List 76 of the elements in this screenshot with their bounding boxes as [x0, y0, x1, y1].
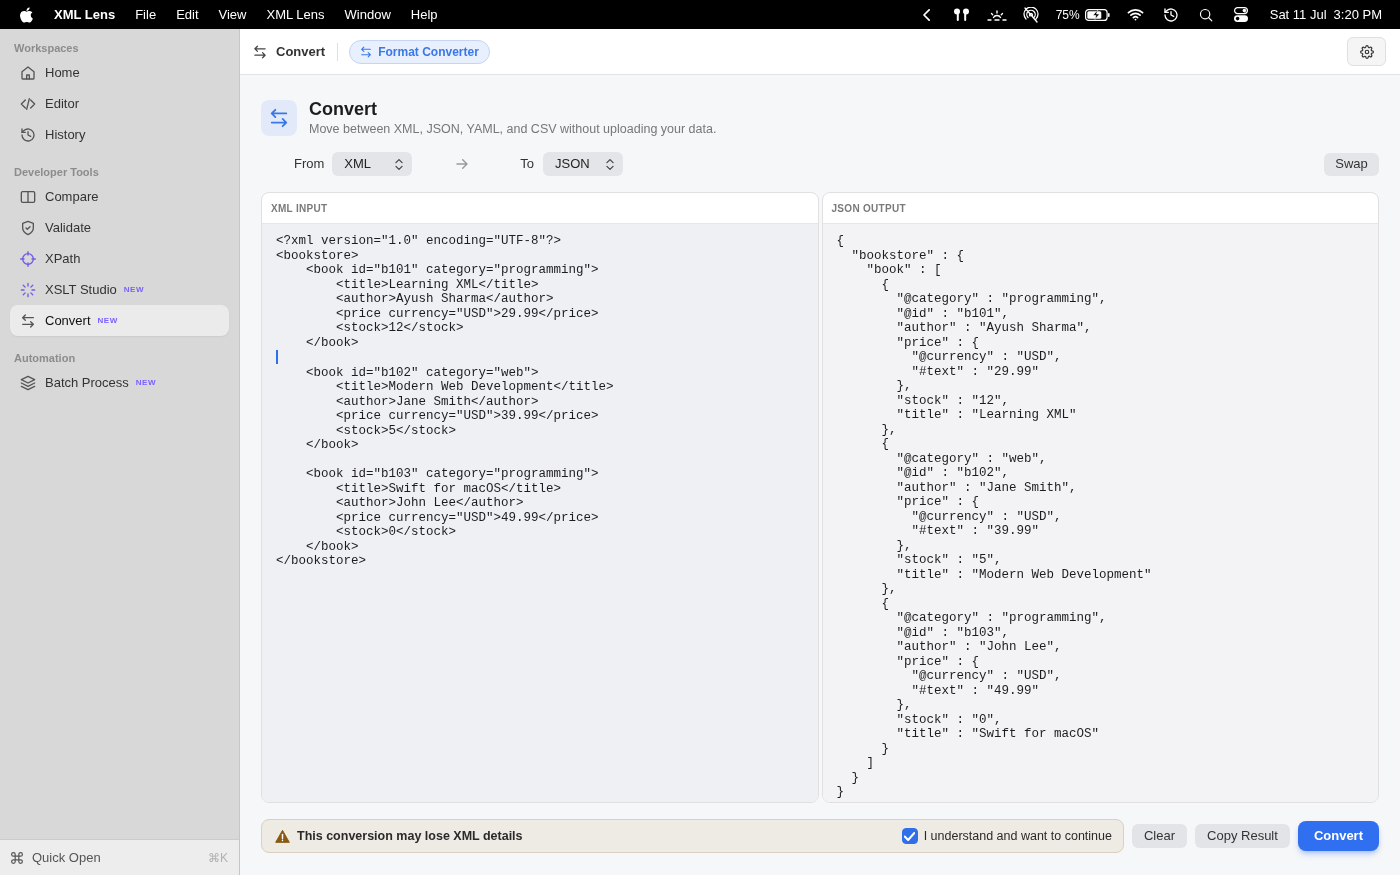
clear-button[interactable]: Clear — [1132, 824, 1188, 848]
sidebar-item[interactable]: Editor — [10, 88, 229, 119]
command-icon — [11, 851, 23, 864]
split-panel-icon — [20, 188, 36, 205]
sidebar-section-title: Developer Tools — [13, 165, 100, 180]
sidebar-item[interactable]: Convert NEW — [10, 305, 229, 336]
signal-off-icon[interactable] — [1022, 6, 1039, 23]
quick-open-button[interactable]: Quick Open ⌘K — [0, 839, 239, 875]
menu-item[interactable]: XML Lens — [266, 4, 325, 25]
checkbox-label[interactable]: I understand and want to continue — [923, 826, 1112, 846]
menu-item[interactable]: File — [135, 4, 157, 25]
chevron-updown-icon — [395, 158, 404, 170]
sidebar-item[interactable]: Compare — [10, 181, 229, 212]
sidebar-item[interactable]: Home — [10, 57, 229, 88]
menu-bar-date[interactable]: Sat 11 Jul — [1269, 4, 1327, 25]
sidebar-item[interactable]: XPath — [10, 243, 229, 274]
code-editor[interactable]: <?xml version="1.0" encoding="UTF-8"?> <bookstore> <book id="b101" category="programming"> <title>Learning XML</title> <author>Ayush Sharma</author> <price currency="USD">29.99</price> <stock>12</stock> </book> <book id="b102" category="web"> <title>Modern Web Development</title> <author>Jane Smith</author> <price currency="USD">39.99</price> <stock>5</stock> </book> <book id="b103" category="programming"> <title>Swift for macOS</title> <author>John Lee</author> <price currency="USD">49.99</price> <stock>0</stock> </book> </bookstore> — [262, 224, 818, 802]
sidebar-item[interactable]: Validate — [10, 212, 229, 243]
earbuds-icon[interactable] — [952, 7, 970, 22]
tool-chip[interactable]: Format Converter — [349, 39, 490, 64]
sidebar-item[interactable]: Batch Process NEW — [10, 367, 229, 398]
new-label: NEW — [97, 314, 118, 327]
copy-result-button[interactable]: Copy Result — [1195, 824, 1290, 848]
menu-item[interactable]: Edit — [176, 4, 199, 25]
sidebar-item[interactable]: XSLT Studio NEW — [10, 274, 229, 305]
page-subtitle: Move between XML, JSON, YAML, and CSV without uploading your data. — [309, 121, 717, 137]
menu-item[interactable]: Help — [410, 4, 438, 25]
search-icon[interactable] — [1198, 7, 1213, 22]
arrow-right-icon — [456, 159, 469, 169]
app-menu[interactable]: XML Lens — [54, 4, 116, 25]
chevron-updown-icon — [606, 158, 615, 170]
warning-message: This conversion may lose XML details — [297, 827, 523, 845]
sidebar-section-title: Workspaces — [13, 41, 80, 56]
source-format-select[interactable]: XML — [332, 152, 413, 176]
page-title: Convert — [309, 98, 378, 120]
toolbar-title: Convert — [276, 42, 326, 61]
arrows-icon — [253, 44, 267, 59]
sparkle-icon — [20, 281, 36, 298]
confirm-checkbox[interactable] — [901, 828, 918, 844]
panel-title: JSON OUTPUT — [831, 201, 906, 216]
menu-bar-time[interactable]: 3:20 PM — [1333, 4, 1382, 25]
target-format-select[interactable]: JSON — [543, 152, 624, 176]
apple-logo-icon[interactable] — [20, 6, 33, 23]
arrows-icon — [360, 45, 373, 58]
settings-icon — [1359, 44, 1374, 59]
chevron-left-icon[interactable] — [922, 8, 931, 21]
arrows-icon — [20, 312, 36, 329]
swap-button[interactable]: Swap — [1324, 152, 1379, 176]
settings-button[interactable] — [1347, 37, 1386, 66]
house-icon — [20, 64, 36, 81]
menu-item[interactable]: Window — [344, 4, 391, 25]
to-label: To — [520, 155, 535, 174]
shield-check-icon — [20, 219, 36, 236]
battery-percent[interactable]: 75% — [1055, 5, 1080, 24]
menu-item[interactable]: View — [218, 4, 247, 25]
shortcut-hint: ⌘K — [208, 849, 228, 867]
warning-icon — [275, 829, 290, 843]
code-icon — [20, 95, 36, 112]
toggles-icon[interactable] — [1233, 7, 1248, 22]
wifi-icon[interactable] — [1126, 8, 1144, 21]
battery-charging-icon[interactable] — [1084, 8, 1110, 21]
new-label: NEW — [123, 283, 144, 296]
sun-horizon-icon[interactable] — [986, 8, 1007, 21]
panel-title: XML INPUT — [271, 201, 328, 216]
output-code: { "bookstore" : { "book" : [ { "@category" : "programming", "@id" : "b101", "author" : "Ayush Sharma", "price" : { "@currency" : "USD", "#text" : "29.99" }, "stock" : "12", "title" : "Learning XML" }, { "@category" : "web", "@id" : "b102", "author" : "Jane Smith", "price" : { "@currency" : "USD", "#text" : "39.99" }, "stock" : "5", "title" : "Modern Web Development" }, { "@category" : "programming", "@id" : "b103", "author" : "John Lee", "price" : { "@currency" : "USD", "#text" : "49.99" }, "stock" : "0", "title" : "Swift for macOS" } ] } } — [836, 234, 1152, 800]
history-icon — [20, 126, 36, 143]
text-cursor — [276, 350, 278, 364]
convert-button[interactable]: Convert — [1297, 821, 1379, 851]
history-icon[interactable] — [1162, 6, 1179, 23]
sidebar-item[interactable]: History — [10, 119, 229, 150]
crosshair-icon — [20, 250, 36, 267]
convert-icon — [261, 99, 297, 136]
new-label: NEW — [135, 376, 156, 389]
sidebar-section-title: Automation — [13, 351, 77, 366]
layers-icon — [20, 374, 36, 391]
from-label: From — [294, 155, 325, 174]
